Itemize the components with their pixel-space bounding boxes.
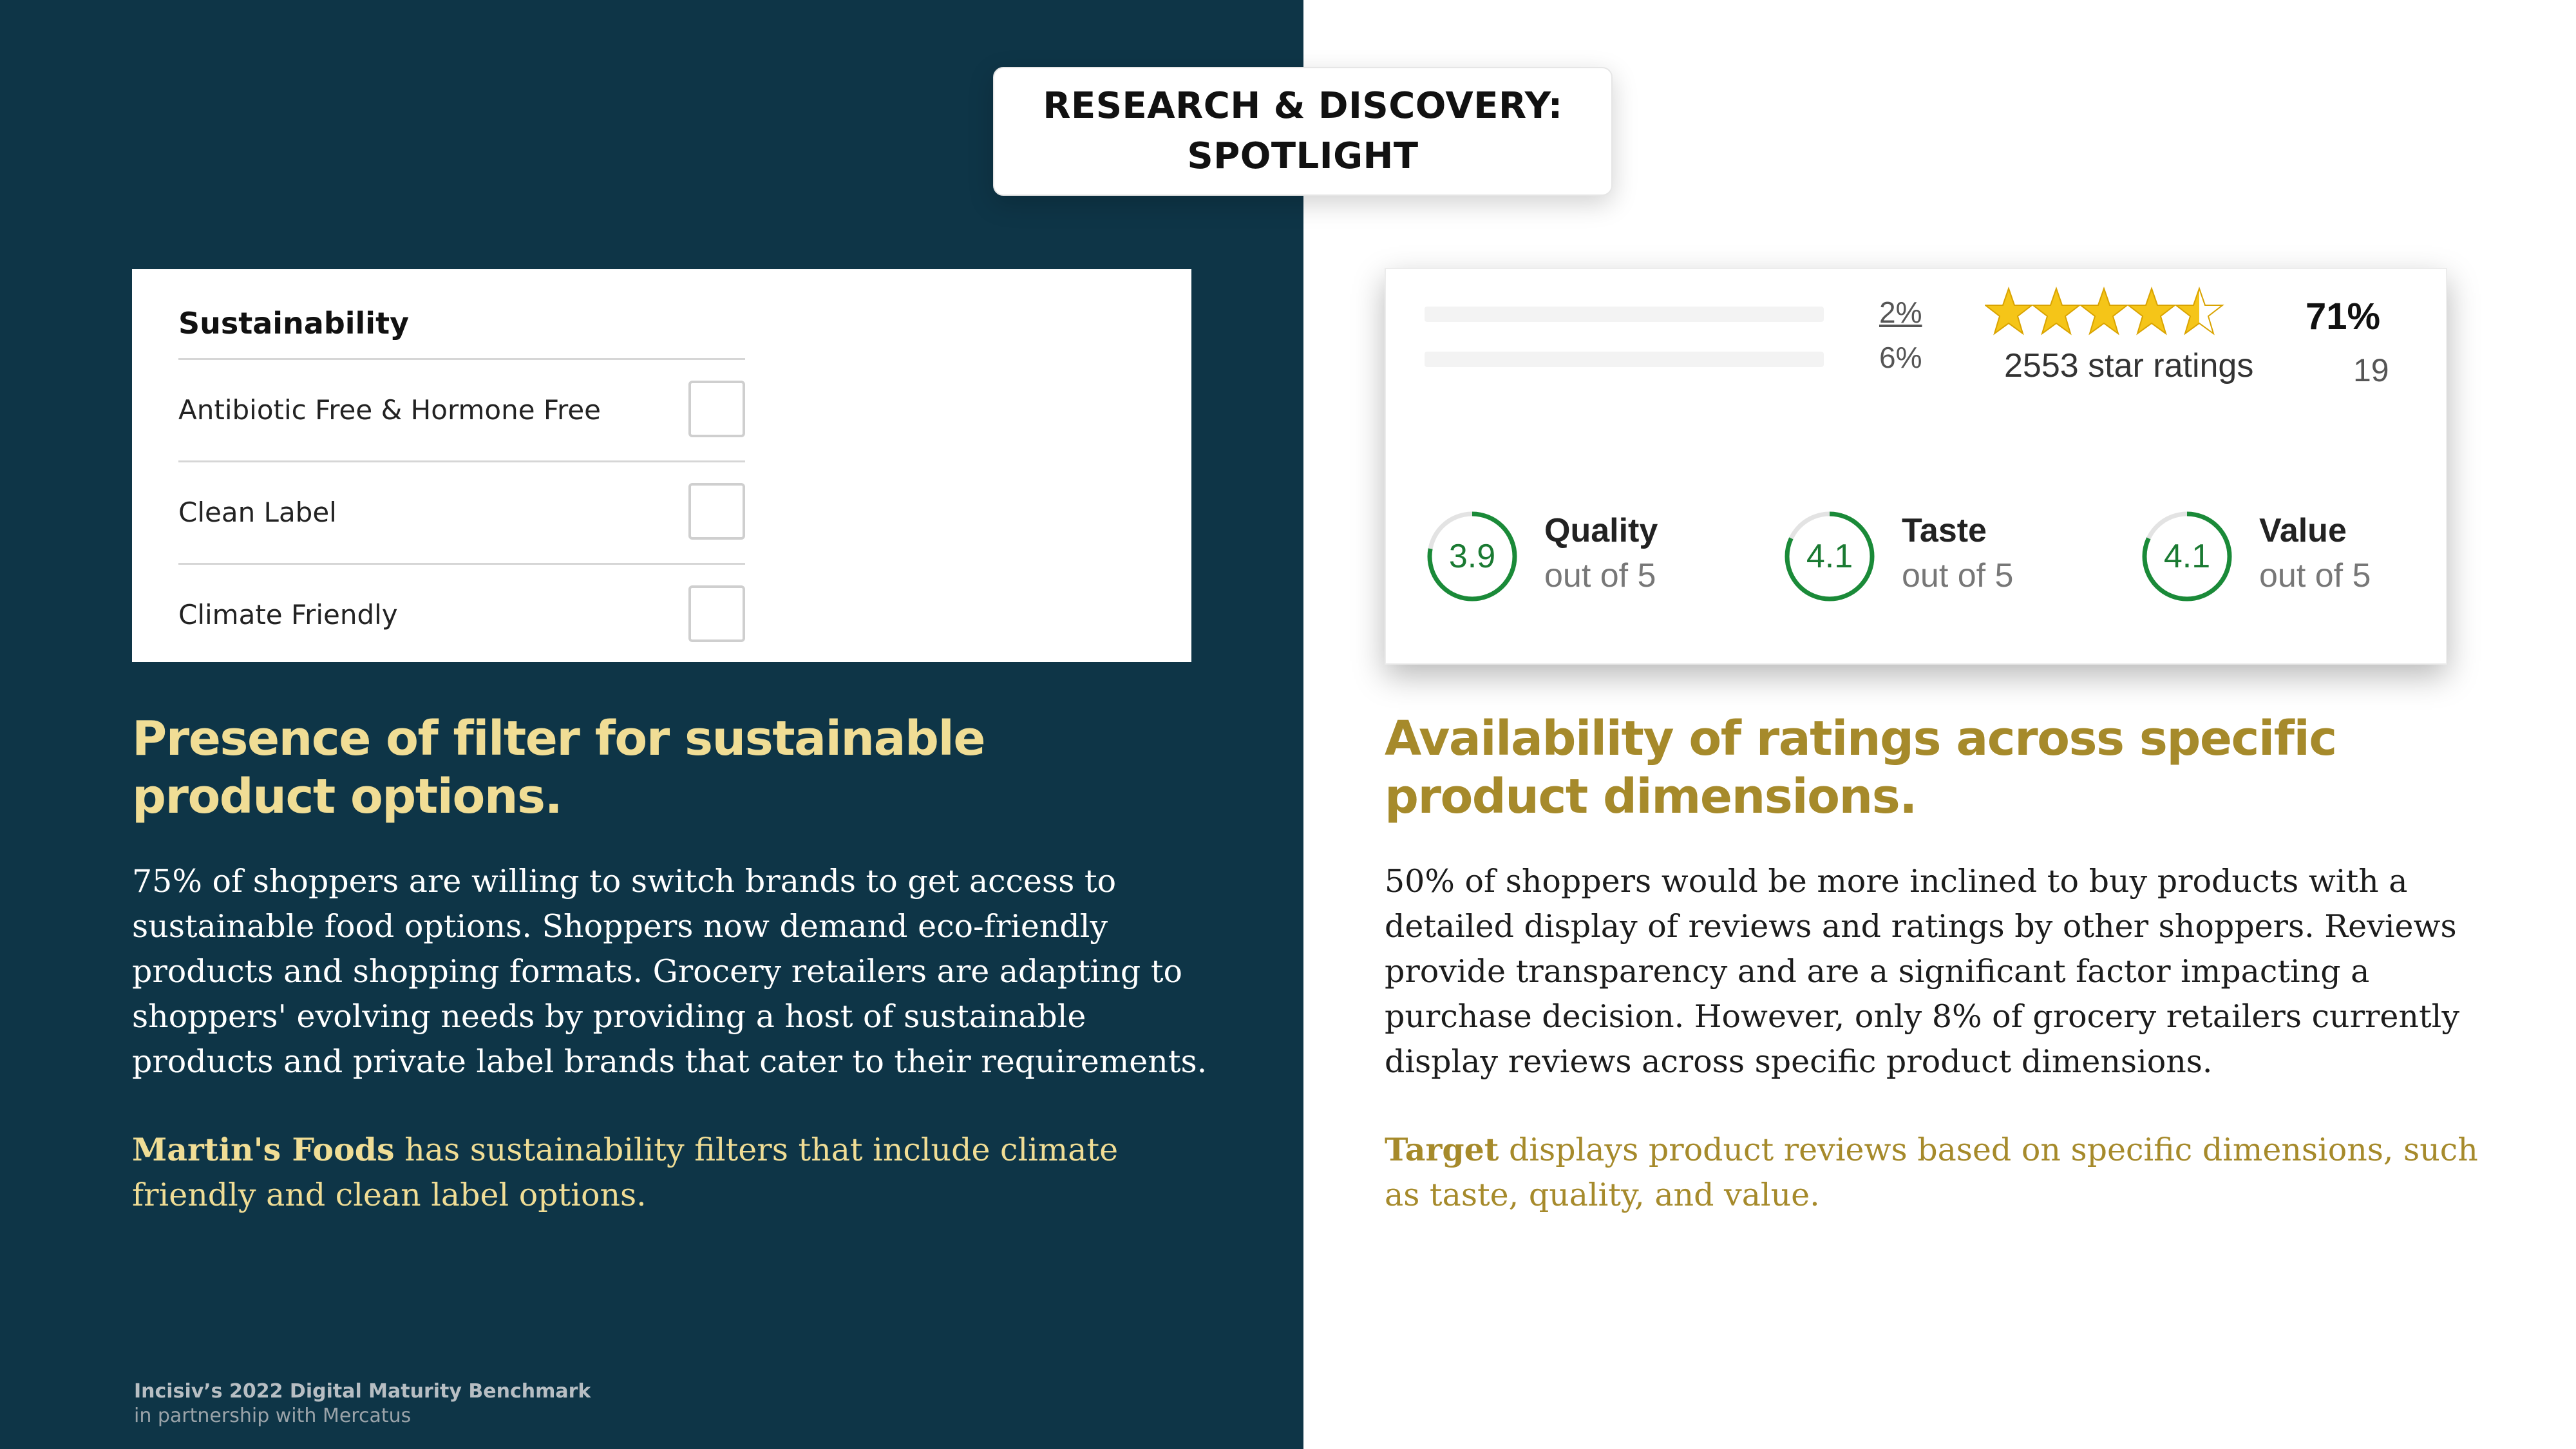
filter-option-label: Antibiotic Free & Hormone Free [178, 394, 601, 426]
title-box: RESEARCH & DISCOVERY: SPOTLIGHT [993, 67, 1613, 196]
star-rating-icons [1985, 288, 2223, 334]
right-example-note: Target displays product reviews based on… [1385, 1127, 2492, 1218]
filter-option-climate-friendly[interactable]: Climate Friendly [178, 565, 745, 665]
quality-out-of: out of 5 [1544, 557, 1656, 594]
dimension-quality: 3.9 Quality out of 5 [1425, 507, 1734, 611]
left-headline: Presence of filter for sustainable produ… [132, 711, 986, 824]
right-example-brand: Target [1385, 1131, 1499, 1168]
filter-option-clean-label[interactable]: Clean Label [178, 462, 745, 565]
dimension-taste: 4.1 Taste out of 5 [1782, 507, 2091, 611]
footer-benchmark-title: Incisiv’s 2022 Digital Maturity Benchmar… [134, 1380, 591, 1403]
left-body-text: 75% of shoppers are willing to switch br… [132, 863, 1208, 1080]
rating-bar-track [1425, 352, 1824, 367]
title-line-2: SPOTLIGHT [1187, 135, 1419, 177]
ratings-card: 2% 6% 2553 star ratings 71% 19 3.9 Quali… [1385, 268, 2447, 665]
rating-bar-track [1425, 307, 1824, 322]
taste-label: Taste [1902, 512, 1987, 549]
star-ratings-count[interactable]: 2553 star ratings [2004, 346, 2253, 385]
right-headline: Availability of ratings across specific … [1385, 711, 2337, 824]
taste-out-of: out of 5 [1902, 557, 2014, 594]
left-example-brand: Martin's Foods [132, 1131, 395, 1168]
filter-option-label: Climate Friendly [178, 599, 398, 630]
filter-option-antibiotic-free[interactable]: Antibiotic Free & Hormone Free [178, 360, 745, 462]
filter-heading: Sustainability [178, 294, 745, 360]
value-label: Value [2259, 512, 2347, 549]
star-icon [2080, 288, 2128, 334]
rating-breakdown-link[interactable]: 2% [1879, 295, 1922, 330]
climate-friendly-checkbox[interactable] [688, 585, 745, 642]
sustainability-filter-card: Sustainability Antibiotic Free & Hormone… [132, 269, 1191, 662]
rating-breakdown-percent: 6% [1879, 341, 1922, 374]
half-star-icon [2175, 288, 2223, 334]
left-example-note: Martin's Foods has sustainability filter… [132, 1127, 1214, 1218]
antibiotic-free-checkbox[interactable] [688, 381, 745, 437]
star-icon [1985, 288, 2032, 334]
top-rating-percent: 71% [2306, 296, 2381, 337]
filter-option-label: Clean Label [178, 497, 337, 528]
value-score: 4.1 [2163, 538, 2211, 575]
dimension-value: 4.1 Value out of 5 [2139, 507, 2446, 611]
footer-partnership: in partnership with Mercatus [134, 1405, 412, 1427]
title-line-1: RESEARCH & DISCOVERY: [1043, 85, 1563, 127]
taste-score: 4.1 [1806, 538, 1853, 575]
quality-score: 3.9 [1448, 538, 1496, 575]
right-example-text: displays product reviews based on specif… [1385, 1132, 2478, 1213]
right-body-text: 50% of shoppers would be more inclined t… [1385, 863, 2460, 1080]
value-out-of: out of 5 [2259, 557, 2371, 594]
quality-label: Quality [1544, 512, 1658, 549]
star-icon [2128, 288, 2175, 334]
clean-label-checkbox[interactable] [688, 483, 745, 540]
cut-off-value: 19 [2353, 352, 2389, 388]
star-icon [2032, 288, 2080, 334]
filter-list: Sustainability Antibiotic Free & Hormone… [178, 294, 745, 665]
